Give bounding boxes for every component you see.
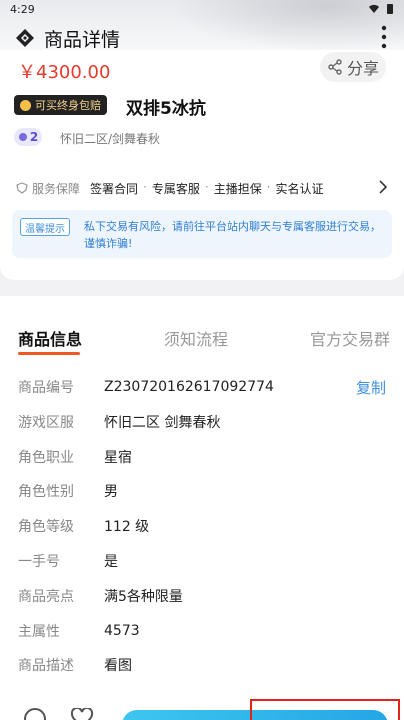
server-text: 怀旧二区/剑舞春秋 xyxy=(60,132,161,146)
active-tab-indicator xyxy=(18,352,80,355)
separator-dot: · xyxy=(204,179,209,194)
customer-service-icon[interactable] xyxy=(24,708,46,720)
detail-row-class: 角色职业 星宿 xyxy=(0,440,404,474)
status-bar: 4:29 xyxy=(0,0,404,18)
separator-dot: · xyxy=(143,179,147,194)
copy-button[interactable]: 复制 xyxy=(356,377,386,398)
detail-row-description: 商品描述 看图 xyxy=(0,648,404,682)
badge-label: 可买终身包赔 xyxy=(35,99,101,112)
detail-value: 112 级 xyxy=(104,519,150,535)
tab-official-group[interactable]: 官方交易群 xyxy=(310,326,390,350)
guarantee-item: 实名认证 xyxy=(275,181,324,196)
guarantee-label: 服务保障 xyxy=(32,181,81,196)
wifi-icon xyxy=(369,4,379,14)
level-chip: 2 xyxy=(14,128,42,146)
detail-key: 商品亮点 xyxy=(18,589,74,605)
detail-row-server: 游戏区服 怀旧二区 剑舞春秋 xyxy=(0,405,404,439)
detail-key: 商品编号 xyxy=(18,380,74,396)
detail-value: 星宿 xyxy=(104,450,132,466)
product-name: 双排5冰抗 xyxy=(126,99,206,119)
tip-text: 私下交易有风险，请前往平台站内聊天与专属客服进行交易，谨慎诈骗! xyxy=(84,220,381,250)
detail-value: 满5各种限量 xyxy=(104,589,183,605)
medal-icon xyxy=(18,133,27,141)
highlight-box xyxy=(250,699,400,720)
detail-row-level: 角色等级 112 级 xyxy=(0,509,404,543)
detail-key: 商品描述 xyxy=(18,658,74,674)
detail-key: 角色职业 xyxy=(18,450,74,466)
share-label: 分享 xyxy=(346,59,379,78)
battery-icon xyxy=(387,4,393,14)
coin-icon xyxy=(20,99,31,111)
shield-icon xyxy=(16,182,28,194)
detail-value: 4573 xyxy=(104,623,140,639)
detail-value: 看图 xyxy=(104,658,132,674)
product-info-card: 商品信息 须知流程 官方交易群 商品编号 Z230720162617092774… xyxy=(0,296,404,720)
product-price: ￥4300.00 xyxy=(18,62,111,83)
tip-tag: 温馨提示 xyxy=(20,218,70,236)
detail-row-id: 商品编号 Z230720162617092774 复制 xyxy=(0,370,404,404)
guarantee-item: 主播担保 xyxy=(213,181,262,196)
detail-value: 怀旧二区 剑舞春秋 xyxy=(104,415,221,431)
service-guarantee[interactable]: 服务保障 签署合同 · 专属客服 · 主播担保 · 实名认证 xyxy=(16,178,388,198)
guarantee-item: 专属客服 xyxy=(151,181,200,196)
tab-product-info[interactable]: 商品信息 xyxy=(18,326,82,350)
product-summary-card: ￥4300.00 分享 可买终身包赔 双排5冰抗 2 怀旧二区/剑舞春秋 服务保… xyxy=(0,50,404,280)
status-time: 4:29 xyxy=(10,2,35,16)
chevron-right-icon xyxy=(379,180,388,194)
separator-dot: · xyxy=(266,179,271,194)
detail-key: 角色性别 xyxy=(18,484,74,500)
share-button[interactable]: 分享 xyxy=(320,52,386,82)
detail-key: 主属性 xyxy=(18,624,60,640)
lifetime-guarantee-badge: 可买终身包赔 xyxy=(14,95,107,115)
guarantee-items: 签署合同 · 专属客服 · 主播担保 · 实名认证 xyxy=(90,180,324,197)
detail-row-main-attr: 主属性 4573 xyxy=(0,614,404,648)
level-value: 2 xyxy=(29,130,39,144)
info-tabs: 商品信息 须知流程 官方交易群 xyxy=(0,320,404,360)
detail-row-first-hand: 一手号 是 xyxy=(0,544,404,578)
detail-key: 角色等级 xyxy=(18,519,74,535)
detail-key: 游戏区服 xyxy=(18,415,74,431)
share-icon xyxy=(328,59,342,75)
guarantee-item: 签署合同 xyxy=(90,181,139,196)
heart-icon[interactable] xyxy=(70,708,94,720)
detail-key: 一手号 xyxy=(18,554,60,570)
more-menu-icon[interactable] xyxy=(380,24,388,50)
status-icons xyxy=(368,3,394,15)
detail-row-highlight: 商品亮点 满5各种限量 xyxy=(0,579,404,613)
top-nav: 商品详情 xyxy=(0,20,404,56)
detail-value: 是 xyxy=(104,554,118,570)
detail-value: Z230720162617092774 xyxy=(104,379,274,395)
detail-row-gender: 角色性别 男 xyxy=(0,474,404,508)
page-title: 商品详情 xyxy=(44,28,121,51)
tab-notice-process[interactable]: 须知流程 xyxy=(164,326,228,350)
detail-value: 男 xyxy=(104,484,118,500)
logo-icon[interactable] xyxy=(14,27,36,49)
warning-tip: 温馨提示 私下交易有风险，请前往平台站内聊天与专属客服进行交易，谨慎诈骗! xyxy=(12,210,392,258)
